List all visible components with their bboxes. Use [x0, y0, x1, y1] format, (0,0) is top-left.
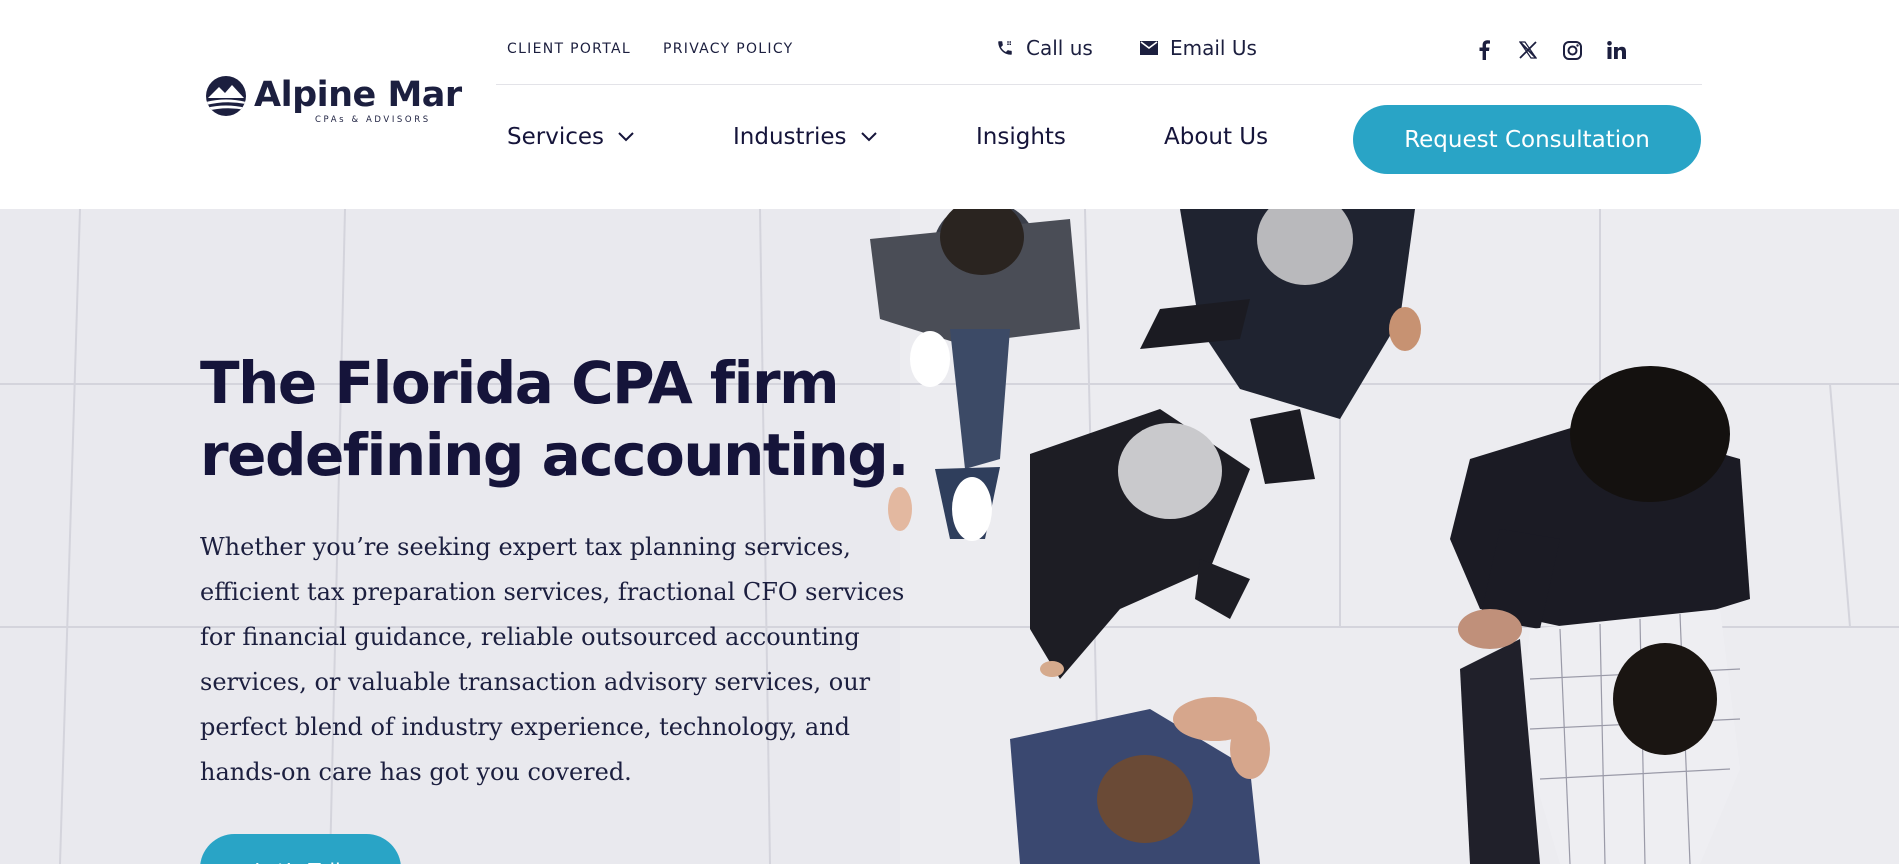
- nav-industries[interactable]: Industries: [733, 124, 877, 150]
- nav-insights[interactable]: Insights: [976, 124, 1066, 150]
- header-divider: [496, 84, 1702, 85]
- hero-description-line: Whether you’re seeking expert tax planni…: [200, 533, 851, 561]
- chevron-down-icon: [618, 132, 634, 142]
- linkedin-icon[interactable]: [1603, 38, 1629, 62]
- nav-industries-label: Industries: [733, 124, 847, 150]
- facebook-icon[interactable]: [1471, 38, 1497, 62]
- hero-description: Whether you’re seeking expert tax planni…: [200, 525, 920, 795]
- envelope-icon: [1140, 41, 1158, 55]
- mountain-logo-icon: [206, 76, 246, 116]
- hero-description-line: services, or valuable transaction adviso…: [200, 668, 871, 696]
- request-consultation-button[interactable]: Request Consultation: [1353, 105, 1701, 174]
- call-us-link[interactable]: Call us: [996, 36, 1093, 60]
- brand-name: Alpine Mar: [254, 75, 462, 115]
- hero-description-line: hands-on care has got you covered.: [200, 758, 632, 786]
- nav-about-us[interactable]: About Us: [1164, 124, 1268, 150]
- chevron-down-icon: [860, 132, 877, 142]
- hero-description-line: for financial guidance, reliable outsour…: [200, 623, 860, 651]
- hero-title: The Florida CPA firm redefining accounti…: [200, 347, 960, 491]
- nav-services-label: Services: [507, 124, 604, 150]
- hero-title-line: The Florida CPA firm: [200, 349, 840, 417]
- hero-description-line: efficient tax preparation services, frac…: [200, 578, 905, 606]
- phone-icon: [998, 41, 1012, 55]
- site-header: Alpine Mar CPAs & ADVISORS CLIENT PORTAL…: [0, 0, 1899, 209]
- email-us-link[interactable]: Email Us: [1140, 36, 1257, 60]
- nav-services[interactable]: Services: [507, 124, 634, 150]
- brand-logo[interactable]: Alpine Mar CPAs & ADVISORS: [206, 76, 462, 136]
- email-us-label: Email Us: [1170, 36, 1257, 60]
- lets-talk-button[interactable]: Let’s Talk: [200, 834, 401, 864]
- privacy-policy-link[interactable]: PRIVACY POLICY: [663, 41, 794, 57]
- hero-title-line: redefining accounting.: [200, 421, 909, 489]
- instagram-icon[interactable]: [1559, 38, 1585, 62]
- hero-description-line: perfect blend of industry experience, te…: [200, 713, 850, 741]
- person-figure: [1458, 609, 1741, 864]
- hero-section: The Florida CPA firm redefining accounti…: [0, 209, 1899, 864]
- x-twitter-icon[interactable]: [1515, 38, 1541, 62]
- brand-tagline: CPAs & ADVISORS: [315, 115, 431, 125]
- call-us-label: Call us: [1026, 36, 1093, 60]
- client-portal-link[interactable]: CLIENT PORTAL: [507, 41, 631, 57]
- brand-wordmark: Alpine Mar CPAs & ADVISORS: [254, 76, 462, 125]
